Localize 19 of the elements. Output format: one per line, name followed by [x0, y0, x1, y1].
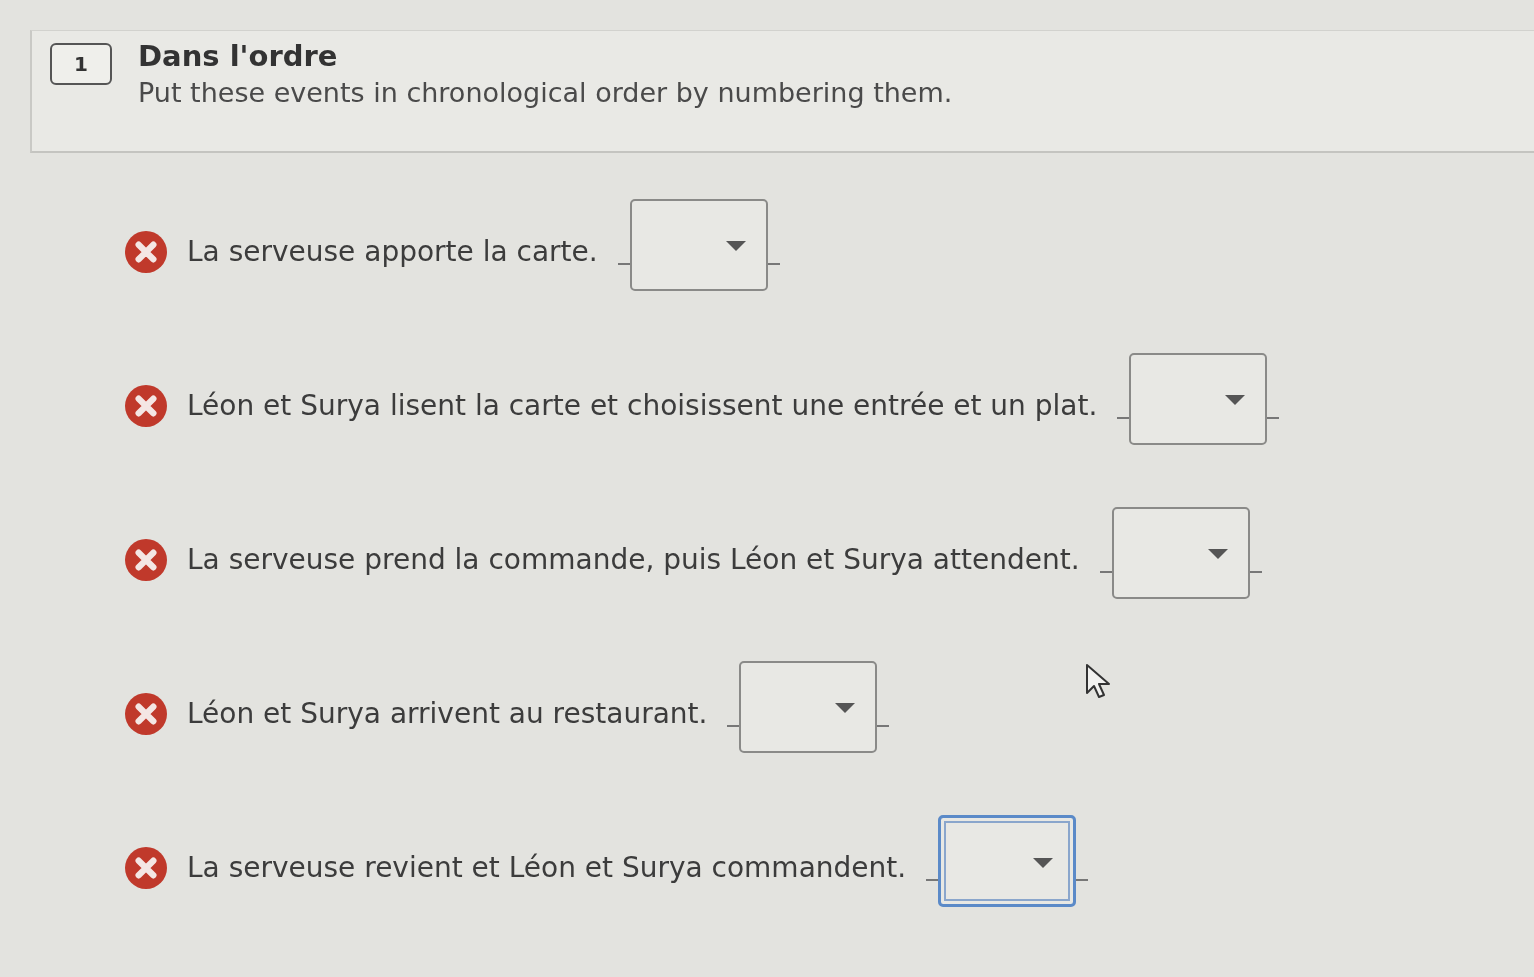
question-title: Dans l'ordre	[138, 39, 339, 73]
pointer-cursor-icon	[1085, 663, 1111, 699]
dropdown-field[interactable]	[938, 815, 1077, 907]
event-text: Léon et Surya lisent la carte et choisissent une entrée et un plat.	[187, 388, 1098, 422]
dropdown-field[interactable]	[1111, 507, 1250, 599]
caret-icon	[835, 703, 856, 713]
caret-icon	[1207, 549, 1228, 559]
question-number: 1	[50, 43, 112, 85]
event-text: La serveuse revient et Léon et Surya commandent.	[187, 850, 907, 884]
dropdown-field[interactable]	[1129, 353, 1268, 445]
caret-icon	[1225, 395, 1246, 405]
event-text: Léon et Surya arrivent au restaurant.	[187, 696, 708, 730]
event-text: La serveuse apporte la carte.	[187, 234, 598, 268]
caret-icon	[1033, 858, 1054, 868]
dropdown-field[interactable]	[739, 661, 878, 753]
dropdown-field[interactable]	[629, 199, 768, 291]
event-text: La serveuse prend la commande, puis Léon et Surya attendent.	[187, 542, 1080, 576]
question-instruction: Put these events in chronological order by numbering them.	[138, 77, 953, 108]
caret-icon	[725, 241, 746, 251]
